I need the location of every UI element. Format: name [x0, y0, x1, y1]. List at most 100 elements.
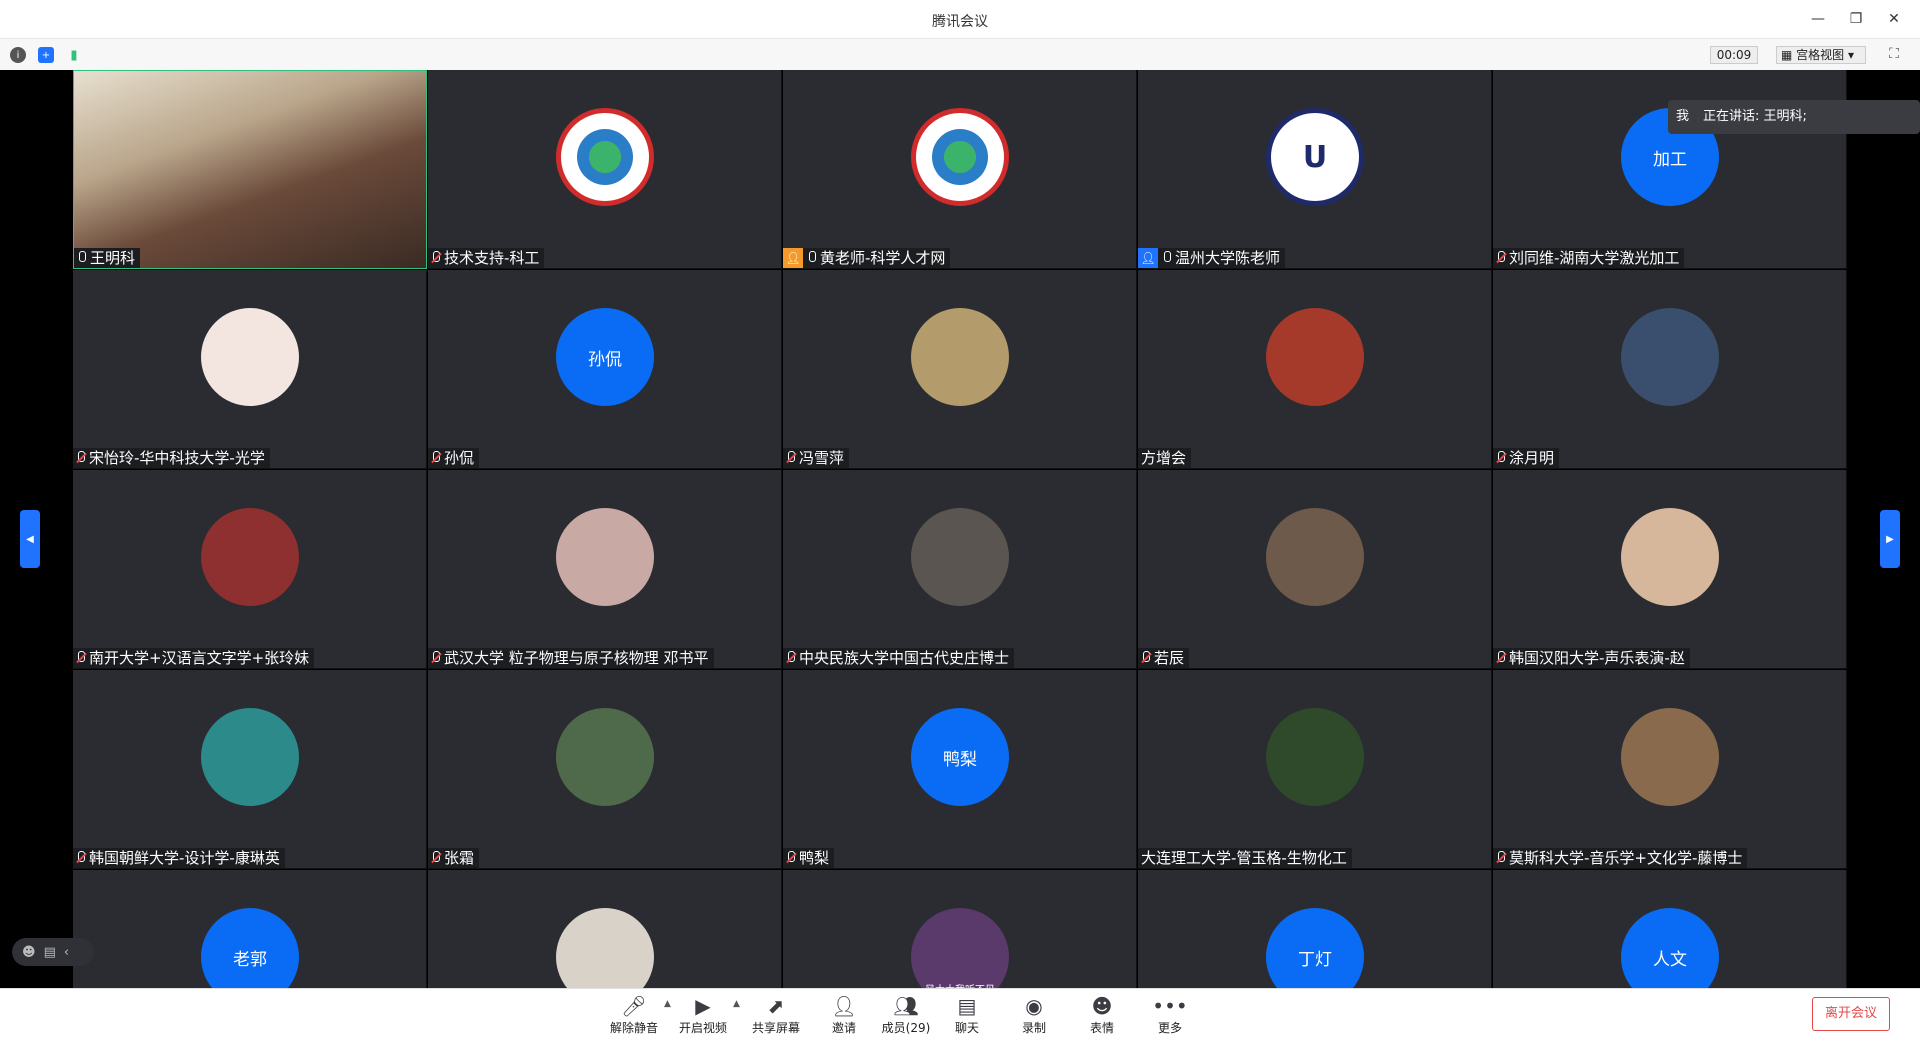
view-mode-dropdown[interactable]: ▦ 宫格视图 ▾: [1776, 46, 1866, 64]
record-button[interactable]: ◉ 录制: [1006, 993, 1062, 1039]
participant-tile[interactable]: 冯雪萍: [783, 270, 1137, 469]
participant-grid: 王明科 技术支持-科工 👤︎ 黄老师-科学人才网 U 👤︎ 温州大学陈老师 加工 刘同维-湖南大…: [73, 70, 1848, 988]
video-options-caret[interactable]: ▲: [733, 999, 740, 1009]
participant-avatar: U: [1266, 108, 1364, 206]
participant-avatar: [556, 108, 654, 206]
participant-tile[interactable]: 武汉大学 粒子物理与原子核物理 邓书平: [428, 470, 782, 669]
participant-tile[interactable]: 孙侃 孙侃: [428, 270, 782, 469]
mic-muted-icon: [431, 851, 441, 865]
participant-name: 张霜: [444, 849, 475, 867]
mic-muted-icon: [1496, 251, 1506, 265]
participant-name-label: 👤︎ 温州大学陈老师: [1138, 248, 1286, 268]
participant-tile[interactable]: 👤︎ 黄老师-科学人才网: [783, 70, 1137, 269]
participant-name-label: 方增会: [1138, 448, 1192, 468]
window-controls: — ❐ ✕: [1804, 8, 1908, 30]
mic-icon: [77, 251, 87, 265]
more-icon: •••: [1152, 994, 1188, 1018]
participant-name-label: 涂月明: [1493, 448, 1560, 468]
participant-avatar: 风太大我听不见: [911, 908, 1009, 988]
chat-bubble-icon[interactable]: ▤: [44, 945, 56, 960]
participant-tile[interactable]: [428, 870, 782, 988]
participant-tile[interactable]: 王明科: [73, 70, 427, 269]
participant-tile[interactable]: 中央民族大学中国古代史庄博士: [783, 470, 1137, 669]
share-screen-button[interactable]: ⬈ 共享屏幕: [748, 993, 804, 1039]
start-video-label: 开启视频: [678, 1021, 727, 1035]
mic-muted-icon: [431, 451, 441, 465]
restore-button[interactable]: ❐: [1842, 8, 1870, 30]
next-page-button[interactable]: ▶: [1880, 510, 1900, 568]
participant-avatar: [1621, 308, 1719, 406]
participant-tile[interactable]: 韩国朝鲜大学-设计学-康琳英: [73, 670, 427, 869]
participant-name-label: 大连理工大学-管玉格-生物化工: [1138, 848, 1352, 868]
mic-muted-icon: [431, 651, 441, 665]
mini-chat-bar[interactable]: ☻ ▤ ‹: [12, 938, 94, 966]
participant-tile[interactable]: 鸭梨 鸭梨: [783, 670, 1137, 869]
participant-tile[interactable]: 人文: [1493, 870, 1847, 988]
participant-name: 王明科: [90, 249, 136, 267]
info-icon[interactable]: i: [10, 47, 26, 63]
participant-tile[interactable]: U 👤︎ 温州大学陈老师: [1138, 70, 1492, 269]
participant-tile[interactable]: 老郭: [73, 870, 427, 988]
participant-tile[interactable]: 南开大学+汉语言文字学+张玲妹: [73, 470, 427, 669]
speaking-indicator: 我 正在讲话: 王明科;: [1668, 100, 1920, 134]
participant-tile[interactable]: 莫斯科大学-音乐学+文化学-藤博士: [1493, 670, 1847, 869]
participant-name-label: 中央民族大学中国古代史庄博士: [783, 648, 1015, 668]
mic-muted-icon: [76, 451, 86, 465]
audio-options-caret[interactable]: ▲: [664, 999, 671, 1009]
participant-tile[interactable]: 技术支持-科工: [428, 70, 782, 269]
participant-name: 孙侃: [444, 449, 475, 467]
unmute-button[interactable]: 🎤︎ 解除静音: [606, 993, 662, 1039]
speaking-text: 正在讲话: 王明科;: [1703, 109, 1807, 124]
invite-icon: 👤︎: [831, 994, 857, 1018]
record-label: 录制: [1021, 1021, 1046, 1035]
close-button[interactable]: ✕: [1880, 8, 1908, 30]
participant-avatar: 老郭: [201, 908, 299, 988]
video-grid-area: 王明科 技术支持-科工 👤︎ 黄老师-科学人才网 U 👤︎ 温州大学陈老师 加工 刘同维-湖南大…: [0, 70, 1920, 988]
minimize-button[interactable]: —: [1804, 8, 1832, 30]
speaking-me-label: 我: [1676, 109, 1690, 124]
participant-tile[interactable]: 张霜: [428, 670, 782, 869]
participant-avatar: [911, 508, 1009, 606]
participant-tile[interactable]: 风太大我听不见: [783, 870, 1137, 988]
mic-muted-icon: [786, 851, 796, 865]
emoji-label: 表情: [1089, 1021, 1114, 1035]
participant-name: 宋怡玲-华中科技大学-光学: [89, 449, 265, 467]
participant-name: 方增会: [1141, 449, 1187, 467]
members-icon: 👥︎: [893, 994, 919, 1018]
participant-avatar: [556, 708, 654, 806]
participant-name: 大连理工大学-管玉格-生物化工: [1141, 849, 1347, 867]
leave-meeting-button[interactable]: 离开会议: [1812, 997, 1890, 1031]
emoji-icon[interactable]: ☻: [22, 945, 36, 960]
participant-name-label: 👤︎ 黄老师-科学人才网: [783, 248, 951, 268]
participant-tile[interactable]: 涂月明: [1493, 270, 1847, 469]
chat-icon: ▤: [957, 994, 977, 1018]
chat-button[interactable]: ▤ 聊天: [939, 993, 995, 1039]
participant-tile[interactable]: 大连理工大学-管玉格-生物化工: [1138, 670, 1492, 869]
window-title: 腾讯会议: [932, 14, 988, 30]
emoji-button[interactable]: ☻ 表情: [1074, 993, 1130, 1039]
participant-tile[interactable]: 若辰: [1138, 470, 1492, 669]
shield-icon[interactable]: +: [38, 47, 54, 63]
invite-button[interactable]: 👤︎ 邀请: [816, 993, 872, 1039]
meeting-info-bar: i + ▮ 00:09 ▦ 宫格视图 ▾ ⛶: [0, 38, 1920, 70]
participant-tile[interactable]: 宋怡玲-华中科技大学-光学: [73, 270, 427, 469]
prev-page-button[interactable]: ◀: [20, 510, 40, 568]
meeting-timer: 00:09: [1710, 46, 1758, 64]
participant-name: 冯雪萍: [799, 449, 845, 467]
participant-avatar: [911, 308, 1009, 406]
participant-name-label: 武汉大学 粒子物理与原子核物理 邓书平: [428, 648, 714, 668]
more-button[interactable]: ••• 更多: [1142, 993, 1198, 1039]
collapse-icon[interactable]: ‹: [64, 945, 69, 960]
start-video-button[interactable]: ▶ 开启视频: [675, 993, 731, 1039]
fullscreen-icon[interactable]: ⛶: [1884, 46, 1904, 64]
avatar-text: 人文: [1653, 949, 1687, 970]
participant-tile[interactable]: 韩国汉阳大学-声乐表演-赵: [1493, 470, 1847, 669]
participant-name-label: 王明科: [74, 248, 141, 268]
mic-muted-icon: [1496, 651, 1506, 665]
participant-name-label: 南开大学+汉语言文字学+张玲妹: [73, 648, 315, 668]
host-badge-icon: 👤︎: [1138, 248, 1158, 268]
participant-tile[interactable]: 方增会: [1138, 270, 1492, 469]
members-button[interactable]: 👥︎ 成员(29): [878, 993, 934, 1039]
participant-tile[interactable]: 丁灯: [1138, 870, 1492, 988]
signal-icon[interactable]: ▮: [66, 47, 82, 63]
